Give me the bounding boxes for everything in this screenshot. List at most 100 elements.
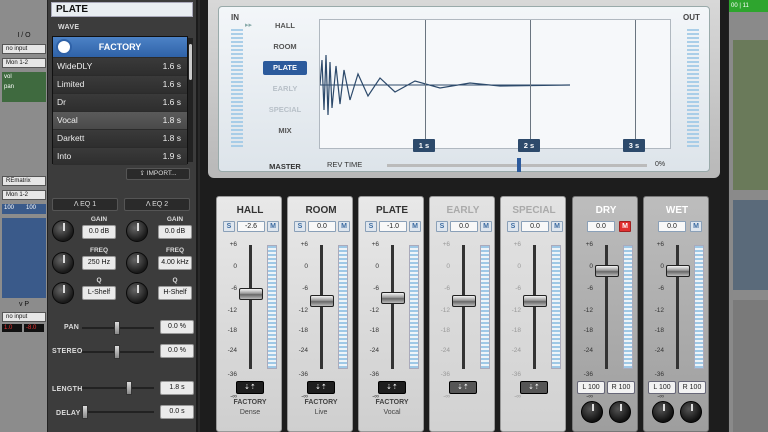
preset-browse-icon[interactable]: ⇣⇡ bbox=[378, 381, 406, 394]
rev-time-slider[interactable] bbox=[387, 158, 647, 172]
preset-item[interactable]: Dr 1.6 s bbox=[53, 93, 187, 111]
master-button[interactable]: MASTER bbox=[263, 161, 307, 173]
eq2-gain-value[interactable]: 0.0 dB bbox=[158, 225, 192, 239]
mute-button[interactable]: M bbox=[480, 221, 492, 232]
scrollbar-thumb[interactable] bbox=[189, 44, 192, 80]
insert-rematrix[interactable]: REmatrix bbox=[2, 176, 46, 186]
delay-handle[interactable] bbox=[82, 405, 88, 419]
mute-button[interactable]: M bbox=[267, 221, 279, 232]
eq2-q-value[interactable]: H-Shelf bbox=[158, 286, 192, 300]
eq2-q-knob[interactable] bbox=[126, 282, 148, 304]
fader-handle[interactable] bbox=[381, 292, 405, 305]
output-selector[interactable]: Mon 1-2 bbox=[2, 58, 46, 68]
preset-browse-icon[interactable]: ⇣⇡ bbox=[236, 381, 264, 394]
solo-button[interactable]: S bbox=[223, 221, 235, 232]
eq1-q-value[interactable]: L-Shelf bbox=[82, 286, 116, 300]
strip-early: EARLY S 0.0 M ⇣⇡ +6 0 -6 -12 -18 -24 -36 -∞ bbox=[429, 196, 495, 432]
pan-value[interactable]: 0.0 % bbox=[160, 320, 194, 334]
eq1-toggle[interactable]: Λ EQ 1 bbox=[52, 198, 118, 211]
stereo-slider[interactable] bbox=[82, 345, 154, 359]
solo-button[interactable]: S bbox=[294, 221, 306, 232]
delay-value[interactable]: 0.0 s bbox=[160, 405, 194, 419]
level-value[interactable]: 0.0 bbox=[521, 221, 549, 232]
mode-button-early[interactable]: EARLY bbox=[263, 82, 307, 96]
right-pan-knob[interactable] bbox=[609, 401, 631, 423]
level-value[interactable]: 0.0 bbox=[450, 221, 478, 232]
preset-browse-icon[interactable]: ⇣⇡ bbox=[307, 381, 335, 394]
solo-button[interactable]: S bbox=[436, 221, 448, 232]
scale-label: -36 bbox=[654, 371, 664, 378]
mode-button-mix[interactable]: MIX bbox=[263, 124, 307, 138]
preset-browse-icon[interactable]: ⇣⇡ bbox=[449, 381, 477, 394]
left-pan-knob[interactable] bbox=[652, 401, 674, 423]
right-pan-value[interactable]: R 100 bbox=[678, 381, 706, 394]
level-value[interactable]: -2.6 bbox=[237, 221, 265, 232]
preset-item-time: 1.8 s bbox=[162, 133, 181, 143]
level-value[interactable]: 0.0 bbox=[587, 221, 615, 232]
level-value[interactable]: 0.0 bbox=[658, 221, 686, 232]
preset-item[interactable]: Vocal 1.8 s bbox=[53, 111, 187, 129]
pan-handle[interactable] bbox=[114, 321, 120, 335]
level-value[interactable]: 0.0 bbox=[308, 221, 336, 232]
eq1-freq-value[interactable]: 250 Hz bbox=[82, 256, 116, 270]
solo-button[interactable]: S bbox=[365, 221, 377, 232]
preset-browse-icon[interactable]: ⇣⇡ bbox=[520, 381, 548, 394]
length-handle[interactable] bbox=[126, 381, 132, 395]
scale-label: -12 bbox=[654, 307, 664, 314]
mode-button-plate[interactable]: PLATE bbox=[263, 61, 307, 75]
preset-scrollbar[interactable] bbox=[188, 38, 193, 162]
preset-item[interactable]: Into 1.9 s bbox=[53, 147, 187, 165]
mode-button-room[interactable]: ROOM bbox=[263, 40, 307, 54]
eq2-gain-knob[interactable] bbox=[126, 220, 148, 242]
eq2-gain-label: GAIN bbox=[166, 216, 184, 223]
fader-handle[interactable] bbox=[595, 265, 619, 277]
fader-handle[interactable] bbox=[523, 294, 547, 307]
mute-button[interactable]: M bbox=[551, 221, 563, 232]
stereo-label: STEREO bbox=[52, 348, 83, 355]
eq1-freq-knob[interactable] bbox=[52, 252, 74, 274]
mode-button-special[interactable]: SPECIAL bbox=[263, 103, 307, 117]
stereo-handle[interactable] bbox=[114, 345, 120, 359]
output-selector-2[interactable]: Mon 1-2 bbox=[2, 190, 46, 200]
preset-list-header[interactable]: FACTORY bbox=[53, 37, 187, 57]
level-meter bbox=[623, 245, 633, 369]
input-selector-2[interactable]: no input bbox=[2, 312, 46, 322]
eq2-toggle[interactable]: Λ EQ 2 bbox=[124, 198, 190, 211]
preset-item[interactable]: Darkett 1.8 s bbox=[53, 129, 187, 147]
solo-button[interactable]: S bbox=[507, 221, 519, 232]
scale-label: +6 bbox=[442, 241, 450, 248]
eq1-gain-value[interactable]: 0.0 dB bbox=[82, 225, 116, 239]
eq2-freq-value[interactable]: 4.00 kHz bbox=[158, 256, 192, 270]
import-button[interactable]: ⇪ IMPORT... bbox=[126, 168, 190, 180]
preset-item[interactable]: Limited 1.6 s bbox=[53, 75, 187, 93]
eq1-gain-knob[interactable] bbox=[52, 220, 74, 242]
preset-name-field[interactable]: PLATE bbox=[51, 2, 193, 17]
stereo-value[interactable]: 0.0 % bbox=[160, 344, 194, 358]
pan-slider[interactable] bbox=[82, 321, 154, 335]
preset-item[interactable]: WideDLY 1.6 s bbox=[53, 57, 187, 75]
delay-slider[interactable] bbox=[82, 405, 154, 419]
right-pan-value[interactable]: R 100 bbox=[607, 381, 635, 394]
rev-time-handle[interactable] bbox=[517, 158, 521, 172]
mute-button[interactable]: M bbox=[338, 221, 350, 232]
mode-button-hall[interactable]: HALL bbox=[263, 19, 307, 33]
length-slider[interactable] bbox=[82, 381, 154, 395]
input-selector[interactable]: no input bbox=[2, 44, 46, 54]
mute-button[interactable]: M bbox=[690, 221, 702, 232]
right-pan-knob[interactable] bbox=[680, 401, 702, 423]
eq1-q-knob[interactable] bbox=[52, 282, 74, 304]
fader-handle[interactable] bbox=[239, 288, 263, 301]
length-value[interactable]: 1.8 s bbox=[160, 381, 194, 395]
eq2-freq-knob[interactable] bbox=[126, 252, 148, 274]
scale-label: -∞ bbox=[443, 393, 450, 400]
strip-room: ROOM S 0.0 M ⇣⇡ FACTORY Live +6 0 -6 -12 -18 -24 -36 -… bbox=[287, 196, 353, 432]
fader-handle[interactable] bbox=[310, 294, 334, 307]
mute-button[interactable]: M bbox=[409, 221, 421, 232]
fader-handle[interactable] bbox=[452, 294, 476, 307]
left-pan-knob[interactable] bbox=[581, 401, 603, 423]
fader-handle[interactable] bbox=[666, 265, 690, 277]
strip-name: PLATE bbox=[375, 205, 409, 216]
mute-button[interactable]: M bbox=[619, 221, 631, 232]
level-value[interactable]: -1.0 bbox=[379, 221, 407, 232]
strip-name: WET bbox=[665, 205, 689, 216]
